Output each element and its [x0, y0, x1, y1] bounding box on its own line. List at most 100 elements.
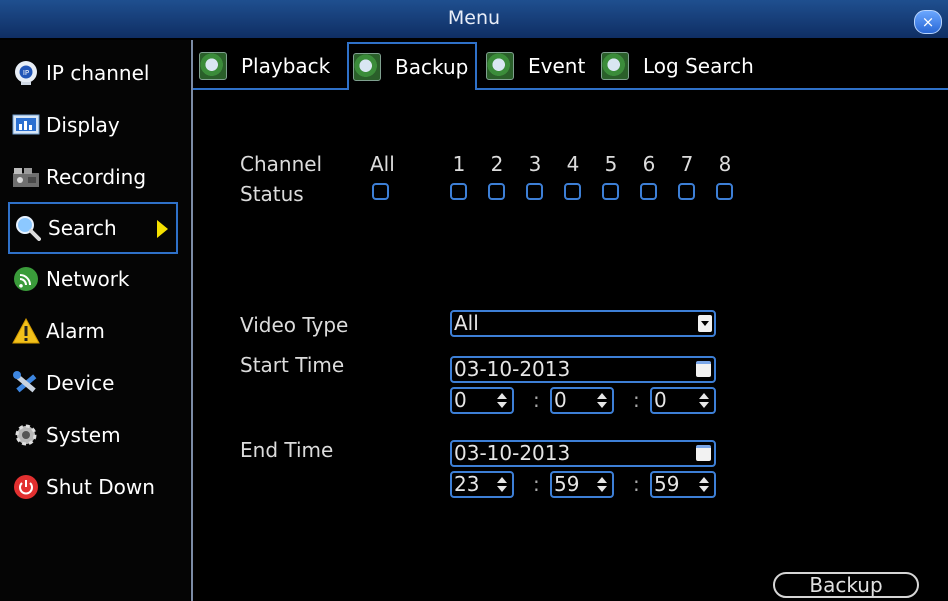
backup-button[interactable]: Backup [773, 572, 919, 598]
sidebar-item-system[interactable]: System [8, 410, 178, 460]
end-hour-value: 23 [454, 472, 480, 496]
sidebar-item-shut-down[interactable]: Shut Down [8, 462, 178, 512]
time-separator: : [533, 388, 540, 412]
channel-1-checkbox[interactable] [450, 183, 467, 200]
window-title: Menu [447, 7, 501, 29]
spinner-arrows-icon[interactable] [495, 476, 509, 493]
channel-number: 5 [604, 152, 618, 176]
start-second-value: 0 [654, 388, 667, 412]
channel-number: 7 [680, 152, 694, 176]
video-type-select[interactable]: All [450, 310, 716, 337]
search-icon [14, 214, 42, 242]
recording-icon [12, 163, 40, 191]
channel-3-checkbox[interactable] [526, 183, 543, 200]
power-icon [12, 473, 40, 501]
spinner-arrows-icon[interactable] [495, 392, 509, 409]
close-icon: × [921, 13, 935, 31]
sidebar-item-label: Display [46, 113, 120, 137]
end-hour-spinner[interactable]: 23 [450, 471, 514, 498]
calendar-icon[interactable] [696, 361, 711, 377]
channel-7-checkbox[interactable] [678, 183, 695, 200]
start-time-label: Start Time [240, 353, 345, 377]
sidebar-item-label: Alarm [46, 319, 105, 343]
channel-number: 8 [718, 152, 732, 176]
end-minute-spinner[interactable]: 59 [550, 471, 614, 498]
end-date-field[interactable]: 03-10-2013 [450, 440, 716, 467]
end-date-value: 03-10-2013 [454, 441, 571, 465]
channel-number: 1 [452, 152, 466, 176]
tab-backup[interactable]: Backup [347, 42, 477, 90]
start-hour-value: 0 [454, 388, 467, 412]
spinner-arrows-icon[interactable] [697, 392, 711, 409]
status-label: Status [240, 182, 304, 206]
active-arrow-icon [157, 220, 168, 238]
video-type-value: All [454, 311, 479, 335]
display-icon [12, 111, 40, 139]
start-minute-value: 0 [554, 388, 567, 412]
channel-2-checkbox[interactable] [488, 183, 505, 200]
channel-number: 4 [566, 152, 580, 176]
time-separator: : [533, 472, 540, 496]
channel-number: 6 [642, 152, 656, 176]
channel-number: 3 [528, 152, 542, 176]
video-type-label: Video Type [240, 313, 349, 337]
tab-label: Log Search [643, 54, 754, 78]
spinner-arrows-icon[interactable] [595, 476, 609, 493]
sidebar-item-label: IP channel [46, 61, 150, 85]
event-tab-icon [486, 52, 514, 80]
tab-log-search[interactable]: Log Search [601, 44, 754, 88]
channel-number: 2 [490, 152, 504, 176]
sidebar-item-device[interactable]: Device [8, 358, 178, 408]
sidebar-item-network[interactable]: Network [8, 254, 178, 304]
start-minute-spinner[interactable]: 0 [550, 387, 614, 414]
spinner-arrows-icon[interactable] [595, 392, 609, 409]
sidebar-item-label: System [46, 423, 121, 447]
sidebar-item-display[interactable]: Display [8, 100, 178, 150]
svg-text:IP: IP [23, 69, 29, 77]
calendar-icon[interactable] [696, 445, 711, 461]
tab-playback[interactable]: Playback [199, 44, 330, 88]
sidebar-item-label: Search [48, 216, 117, 240]
all-channels-checkbox[interactable] [372, 183, 389, 200]
sidebar-item-label: Shut Down [46, 475, 155, 499]
channel-5-checkbox[interactable] [602, 183, 619, 200]
backup-tab-icon [353, 53, 381, 81]
channel-6-checkbox[interactable] [640, 183, 657, 200]
sidebar-item-label: Network [46, 267, 130, 291]
time-separator: : [633, 472, 640, 496]
device-icon [12, 369, 40, 397]
network-icon [12, 265, 40, 293]
sidebar-item-alarm[interactable]: Alarm [8, 306, 178, 356]
start-second-spinner[interactable]: 0 [650, 387, 716, 414]
end-time-label: End Time [240, 438, 334, 462]
tab-bar: Playback Backup Event Log Search [193, 40, 948, 90]
sidebar-item-label: Recording [46, 165, 147, 189]
system-icon [12, 421, 40, 449]
sidebar-item-label: Device [46, 371, 115, 395]
channel-8-checkbox[interactable] [716, 183, 733, 200]
time-separator: : [633, 388, 640, 412]
all-label: All [370, 152, 395, 176]
end-minute-value: 59 [554, 472, 580, 496]
chevron-down-icon[interactable] [698, 315, 712, 332]
end-second-spinner[interactable]: 59 [650, 471, 716, 498]
channel-4-checkbox[interactable] [564, 183, 581, 200]
sidebar: IP IP channel Display Recording Search N… [0, 40, 190, 601]
tab-label: Backup [395, 55, 469, 79]
end-second-value: 59 [654, 472, 680, 496]
start-date-value: 03-10-2013 [454, 357, 571, 381]
spinner-arrows-icon[interactable] [697, 476, 711, 493]
playback-tab-icon [199, 52, 227, 80]
tab-label: Playback [241, 54, 331, 78]
start-hour-spinner[interactable]: 0 [450, 387, 514, 414]
tab-label: Event [528, 54, 586, 78]
sidebar-item-ip-channel[interactable]: IP IP channel [8, 48, 178, 98]
sidebar-item-recording[interactable]: Recording [8, 152, 178, 202]
alarm-icon [12, 317, 40, 345]
channel-label: Channel [240, 152, 323, 176]
sidebar-item-search[interactable]: Search [8, 202, 178, 254]
ip-channel-icon: IP [12, 59, 40, 87]
tab-event[interactable]: Event [486, 44, 585, 88]
start-date-field[interactable]: 03-10-2013 [450, 356, 716, 383]
close-button[interactable]: × [914, 10, 942, 34]
